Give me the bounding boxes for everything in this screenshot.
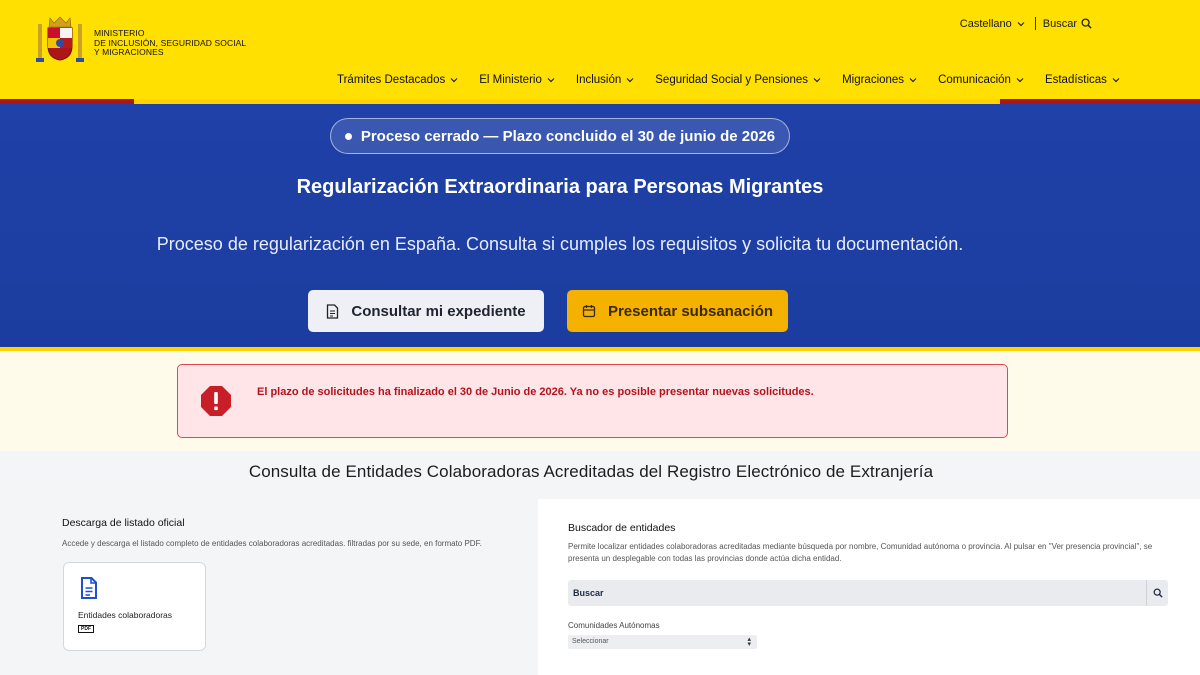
nav-label: Estadísticas <box>1044 74 1107 86</box>
nav-item-migraciones[interactable]: Migraciones <box>842 74 917 86</box>
card-label: Entidades colaboradoras <box>78 610 173 620</box>
sort-arrows-icon: ▴ ▾ <box>747 636 751 648</box>
entities-pdf-card[interactable]: Entidades colaboradoras PDF <box>63 562 206 651</box>
nav-label: Seguridad Social y Pensiones <box>655 74 809 86</box>
page-subtitle: Proceso de regularización en España. Con… <box>156 234 964 254</box>
utility-bar: Castellano Buscar <box>960 17 1092 30</box>
nav-label: Inclusión <box>575 74 622 86</box>
chevron-down-icon <box>909 78 917 83</box>
finder-heading: Buscador de entidades <box>568 522 676 534</box>
page-title: Regularización Extraordinaria para Perso… <box>296 176 824 198</box>
alert-message: El plazo de solicitudes ha finalizado el… <box>257 386 814 398</box>
header-search-button[interactable]: Buscar <box>1043 18 1092 30</box>
chevron-down-icon <box>813 78 821 83</box>
nav-label: Trámites Destacados <box>337 74 446 86</box>
chevron-down-icon <box>1016 78 1024 83</box>
search-icon <box>1081 18 1092 29</box>
status-text: Proceso cerrado — Plazo concluido el 30 … <box>360 127 776 145</box>
nav-label: Comunicación <box>938 74 1011 86</box>
calendar-icon <box>582 305 596 318</box>
document-icon <box>81 577 97 599</box>
nav-item-estadisticas[interactable]: Estadísticas <box>1045 74 1120 86</box>
consult-file-button[interactable]: Consultar mi expediente <box>308 290 544 332</box>
language-label: Castellano <box>959 17 1012 30</box>
nav-label: Migraciones <box>842 74 905 86</box>
search-icon <box>1153 588 1163 598</box>
entity-search-input[interactable]: Buscar <box>568 580 1168 606</box>
submit-correction-label: Presentar subsanación <box>607 302 774 320</box>
ministry-name[interactable]: Ministerio de Inclusión, Seguridad Socia… <box>94 28 246 58</box>
region-select-value: Seleccionar <box>572 638 609 645</box>
consult-file-label: Consultar mi expediente <box>351 302 526 320</box>
finder-description: Permite localizar entidades colaboradora… <box>568 542 1153 563</box>
nav-item-inclusion[interactable]: Inclusión <box>576 74 634 86</box>
download-heading: Descarga de listado oficial <box>62 517 185 529</box>
chevron-down-icon <box>547 78 555 83</box>
entity-finder-panel: Buscador de entidades Permite localizar … <box>538 499 1200 675</box>
region-select[interactable]: Seleccionar ▴ ▾ <box>568 635 757 649</box>
deadline-alert: El plazo de solicitudes ha finalizado el… <box>177 364 1008 438</box>
chevron-down-icon <box>450 78 458 83</box>
coat-of-arms-logo[interactable] <box>34 14 86 66</box>
search-label: Buscar <box>1042 17 1077 30</box>
region-label: Comunidades Autónomas <box>568 621 660 630</box>
search-placeholder: Buscar <box>573 588 604 598</box>
status-badge: Proceso cerrado — Plazo concluido el 30 … <box>330 118 790 154</box>
download-description: Accede y descarga el listado completo de… <box>62 539 482 548</box>
nav-item-ministerio[interactable]: El Ministerio <box>479 74 555 86</box>
alert-octagon-icon <box>201 386 231 416</box>
site-header: Ministerio de Inclusión, Seguridad Socia… <box>0 0 1200 100</box>
status-dot <box>344 132 352 140</box>
ministry-line-3: y Migraciones <box>94 47 164 57</box>
entity-search-button[interactable] <box>1146 580 1168 606</box>
language-selector[interactable]: Castellano <box>960 18 1025 30</box>
file-text-icon <box>327 303 339 319</box>
pdf-badge: PDF <box>78 625 94 633</box>
nav-label: El Ministerio <box>479 74 542 86</box>
nav-item-tramites[interactable]: Trámites Destacados <box>337 74 458 86</box>
download-panel: Descarga de listado oficial Accede y des… <box>62 517 532 548</box>
main-nav: Trámites Destacados El Ministerio Inclus… <box>337 74 1141 86</box>
divider <box>1034 17 1036 30</box>
chevron-down-icon <box>1017 21 1025 26</box>
section-title: Consulta de Entidades Colaboradoras Acre… <box>248 462 934 481</box>
chevron-down-icon <box>626 78 634 83</box>
nav-item-seguridad-social[interactable]: Seguridad Social y Pensiones <box>655 74 821 86</box>
submit-correction-button[interactable]: Presentar subsanación <box>567 290 788 332</box>
chevron-down-icon <box>1112 78 1120 83</box>
nav-item-comunicacion[interactable]: Comunicación <box>938 74 1024 86</box>
